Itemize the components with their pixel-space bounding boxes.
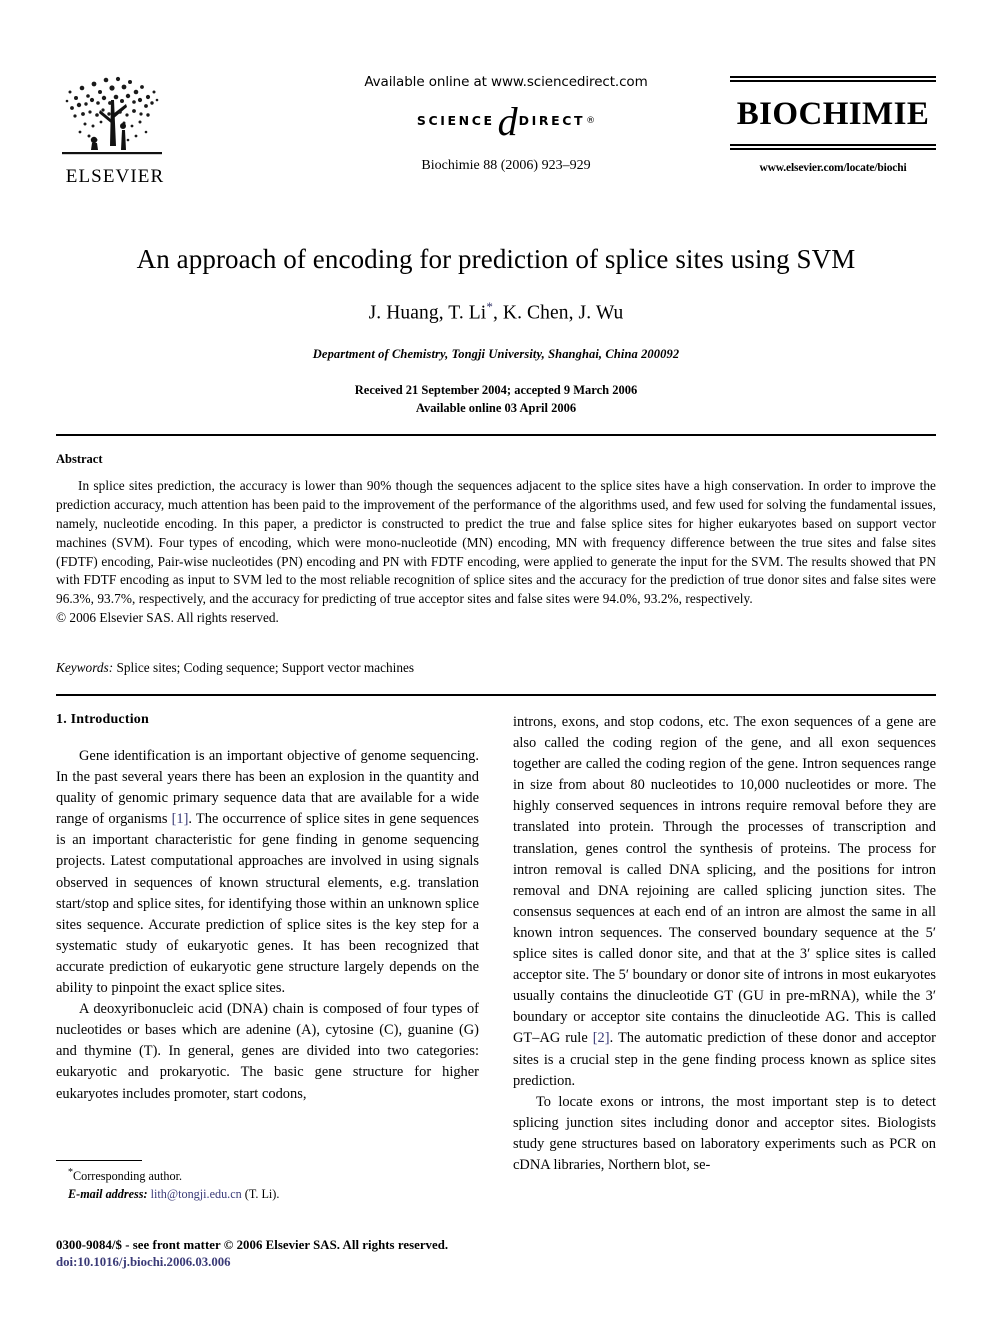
doi-link[interactable]: doi:10.1016/j.biochi.2006.03.006 [56,1255,556,1270]
elsevier-tree-icon [56,70,168,166]
affiliation: Department of Chemistry, Tongji Universi… [312,346,680,361]
front-matter-line: 0300-9084/$ - see front matter © 2006 El… [56,1238,449,1252]
corresponding-author-note: *Corresponding author. [56,1166,479,1186]
paragraph-text-part: . The occurrence of splice sites in gene… [56,811,479,997]
abstract-heading: Abstract [56,452,103,466]
paper-page: ELSEVIER Available online at www.science… [0,0,992,1323]
corresponding-author-text: Corresponding author. [73,1169,182,1184]
journal-citation: Biochimie 88 (2006) 923–929 [421,158,591,173]
page-title: An approach of encoding for prediction o… [136,244,856,274]
masthead: ELSEVIER Available online at www.science… [56,66,936,206]
elsevier-logo: ELSEVIER [56,70,174,200]
abstract-copyright: © 2006 Elsevier SAS. All rights reserved… [56,610,279,626]
footnote-rule [56,1160,142,1161]
masthead-rule-bottom [730,144,936,150]
abstract-block: Abstract In splice sites prediction, the… [56,452,936,628]
abstract-rule-top [56,434,936,436]
keywords-label: Keywords: [56,660,114,675]
available-online-text: Available online at www.sciencedirect.co… [364,74,648,90]
keywords: Keywords: Splice sites; Coding sequence;… [56,660,936,676]
email-label: E-mail address: [68,1186,148,1201]
author-names-rest: , K. Chen, J. Wu [492,302,624,324]
available-online-date: Available online 03 April 2006 [415,401,577,416]
journal-homepage-url[interactable]: www.elsevier.com/locate/biochi [730,162,936,174]
sciencedirect-logo: SCIENCE d DIRECT ® [306,102,706,142]
email-note: E-mail address: lith@tongji.edu.cn (T. L… [56,1186,479,1204]
sciencedirect-d-glyph-icon: d [497,99,518,144]
citation-link-2[interactable]: [2] [593,1030,610,1046]
footer-block: 0300-9084/$ - see front matter © 2006 El… [56,1238,556,1270]
paragraph: A deoxyribonucleic acid (DNA) chain is c… [56,1001,479,1102]
sciencedirect-science-word: SCIENCE [416,112,495,128]
author-names-first: J. Huang, T. Li [368,302,487,324]
citation-link-1[interactable]: [1] [172,811,189,827]
section-heading-introduction: 1. Introduction [56,712,149,727]
journal-title: BIOCHIMIE [736,96,930,132]
paragraph-text-part: introns, exons, and stop codons, etc. Th… [513,714,936,1047]
email-suffix: (T. Li). [244,1186,280,1201]
paragraph: Gene identification is an important obje… [56,746,479,999]
title-block: An approach of encoding for prediction o… [56,243,936,417]
footnote-block: *Corresponding author. E-mail address: l… [56,1160,479,1203]
keywords-value: Splice sites; Coding sequence; Support v… [116,660,415,675]
column-right: introns, exons, and stop codons, etc. Th… [513,712,936,1176]
registered-mark-icon: ® [586,116,596,126]
journal-masthead: BIOCHIMIE www.elsevier.com/locate/biochi [730,76,936,174]
author-list: J. Huang, T. Li*, K. Chen, J. Wu [56,299,936,325]
elsevier-wordmark: ELSEVIER [65,166,165,187]
column-left: 1. Introduction Gene identification is a… [56,712,479,1105]
publication-dates: Received 21 September 2004; accepted 9 M… [56,381,936,417]
paragraph: To locate exons or introns, the most imp… [513,1093,936,1173]
paragraph: introns, exons, and stop codons, etc. Th… [513,712,936,1092]
sciencedirect-block: Available online at www.sciencedirect.co… [306,74,706,174]
abstract-rule-bottom [56,694,936,696]
received-accepted-date: Received 21 September 2004; accepted 9 M… [354,382,638,397]
abstract-body: In splice sites prediction, the accuracy… [56,478,936,607]
corresponding-author-marker[interactable]: * [486,299,493,314]
email-link[interactable]: lith@tongji.edu.cn [151,1187,242,1201]
sciencedirect-direct-word: DIRECT [518,112,586,128]
